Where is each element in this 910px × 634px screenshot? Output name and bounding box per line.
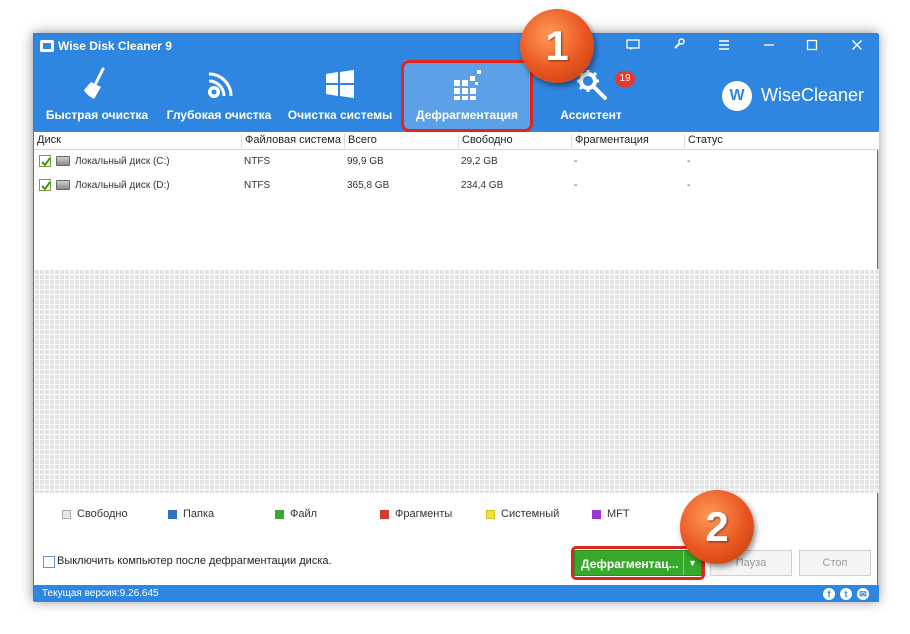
nav-quick-clean[interactable]: Быстрая очистка: [38, 60, 156, 130]
shutdown-checkbox[interactable]: [43, 556, 55, 568]
deep-clean-icon: [208, 72, 233, 98]
menu-icon[interactable]: [712, 37, 736, 55]
app-icon: [40, 40, 54, 52]
disk-free: 234,4 GB: [461, 180, 504, 191]
disk-frag: -: [574, 156, 578, 167]
broom-icon: [84, 67, 105, 99]
title-bar: Wise Disk Cleaner 9: [34, 34, 879, 58]
legend-swatch: [168, 510, 177, 519]
disk-free: 29,2 GB: [461, 156, 498, 167]
version-text: Текущая версия:9.26.645: [42, 588, 159, 599]
hard-drive-icon: [56, 156, 70, 166]
nav-assistant-label: Ассистент: [560, 108, 622, 122]
col-status[interactable]: Статус: [684, 134, 723, 148]
step-marker-1: 1: [520, 9, 594, 83]
legend-swatch: [592, 510, 601, 519]
disk-status: -: [687, 156, 691, 167]
legend-swatch: [486, 510, 495, 519]
disk-name: Локальный диск (C:): [75, 156, 170, 167]
disk-checkbox[interactable]: [39, 179, 51, 191]
notification-badge: 19: [615, 71, 635, 87]
checkmark-icon: [41, 157, 51, 167]
nav-quick-clean-label: Быстрая очистка: [45, 108, 149, 122]
nav-system-clean[interactable]: Очистка системы: [282, 60, 398, 130]
status-bar: Текущая версия:9.26.645 f t ✉: [34, 585, 879, 602]
table-row[interactable]: Локальный диск (C:) NTFS 99,9 GB 29,2 GB…: [34, 151, 879, 173]
legend-swatch: [62, 510, 71, 519]
col-fragmentation[interactable]: Фрагментация: [571, 134, 649, 148]
checkmark-icon: [41, 181, 51, 191]
col-total[interactable]: Всего: [344, 134, 377, 148]
step-marker-2: 2: [680, 490, 754, 564]
close-icon[interactable]: [845, 37, 869, 55]
hard-drive-icon: [56, 180, 70, 190]
twitter-icon[interactable]: t: [840, 588, 852, 600]
nav-deep-clean[interactable]: Глубокая очистка: [158, 60, 280, 130]
disk-status: -: [687, 180, 691, 191]
disk-fs: NTFS: [244, 156, 271, 167]
windows-icon: [326, 70, 354, 98]
disk-checkbox[interactable]: [39, 155, 51, 167]
col-free[interactable]: Свободно: [458, 134, 513, 148]
table-row[interactable]: Локальный диск (D:) NTFS 365,8 GB 234,4 …: [34, 175, 879, 197]
defrag-tab-highlight: [401, 60, 533, 132]
wisecleaner-logo: W: [722, 81, 752, 111]
maximize-icon[interactable]: [800, 37, 824, 55]
legend-swatch: [275, 510, 284, 519]
cluster-map: [34, 269, 879, 493]
header-bar: Wise Disk Cleaner 9 Быстрая очистка Глуб…: [34, 34, 879, 132]
disk-total: 365,8 GB: [347, 180, 390, 191]
nav-deep-clean-label: Глубокая очистка: [166, 108, 272, 122]
nav-system-clean-label: Очистка системы: [287, 108, 393, 122]
disk-total: 99,9 GB: [347, 156, 384, 167]
email-icon[interactable]: ✉: [857, 588, 869, 600]
col-filesystem[interactable]: Файловая система: [241, 134, 341, 148]
shutdown-label[interactable]: Выключить компьютер после дефрагментации…: [57, 555, 332, 567]
window-title: Wise Disk Cleaner 9: [58, 39, 172, 53]
disk-name: Локальный диск (D:): [75, 180, 170, 191]
col-disk[interactable]: Диск: [34, 134, 61, 148]
legend-label: MFT: [607, 508, 630, 520]
disk-table-header: Диск Файловая система Всего Свободно Фра…: [34, 132, 879, 150]
disk-frag: -: [574, 180, 578, 191]
legend-label: Папка: [183, 508, 215, 520]
legend-label: Системный: [501, 508, 560, 520]
brand-name: WiseCleaner: [761, 85, 865, 105]
feedback-icon[interactable]: [621, 37, 645, 55]
minimize-icon[interactable]: [757, 37, 781, 55]
defrag-button-highlight: [571, 546, 705, 580]
stop-button[interactable]: Стоп: [799, 550, 871, 576]
facebook-icon[interactable]: f: [823, 588, 835, 600]
legend-label: Фрагменты: [395, 508, 453, 520]
legend-label: Файл: [290, 508, 318, 520]
disk-fs: NTFS: [244, 180, 271, 191]
legend-swatch: [380, 510, 389, 519]
wrench-icon[interactable]: [667, 37, 691, 55]
legend-label: Свободно: [77, 508, 128, 520]
